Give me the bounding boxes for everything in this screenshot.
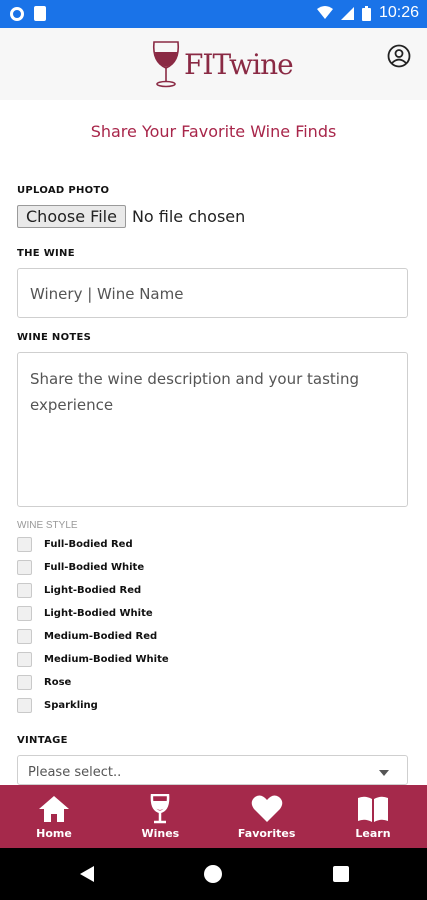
checkbox-medium-bodied-red[interactable]: Medium-Bodied Red (17, 629, 157, 644)
bottom-tab-bar: Home Wines Favorites Learn (0, 785, 427, 848)
notification-circle-icon (10, 6, 24, 21)
logo-text: FITwine (184, 47, 294, 81)
checkbox-box[interactable] (17, 698, 32, 713)
upload-photo-label: UPLOAD PHOTO (17, 185, 110, 196)
wine-notes-textarea[interactable]: Share the wine description and your tast… (17, 352, 408, 507)
tab-label: Favorites (237, 826, 296, 840)
checkbox-label: Rose (44, 677, 72, 688)
home-icon (39, 795, 69, 822)
file-upload-row: Choose File No file chosen (17, 205, 245, 228)
checkbox-box[interactable] (17, 629, 32, 644)
tab-label: Learn (355, 826, 391, 840)
wifi-icon (316, 6, 333, 19)
wine-name-input[interactable]: Winery | Wine Name (17, 268, 408, 318)
fitwine-logo[interactable]: FITwine (150, 40, 294, 88)
checkbox-box[interactable] (17, 675, 32, 690)
wine-glass-icon (150, 793, 170, 823)
chevron-down-icon (379, 770, 389, 776)
checkbox-sparkling[interactable]: Sparkling (17, 698, 98, 713)
checkbox-label: Full-Bodied Red (44, 539, 133, 550)
checkbox-label: Light-Bodied Red (44, 585, 142, 596)
the-wine-label: THE WINE (17, 248, 75, 259)
wine-glass-logo-icon (152, 41, 180, 88)
checkbox-label: Light-Bodied White (44, 608, 153, 619)
tab-learn[interactable]: Learn (337, 785, 409, 848)
back-icon[interactable] (80, 866, 94, 882)
home-circle-icon[interactable] (204, 865, 222, 883)
choose-file-button[interactable]: Choose File (17, 205, 126, 228)
vintage-label: VINTAGE (17, 735, 68, 746)
checkbox-box[interactable] (17, 583, 32, 598)
wine-notes-label: WINE NOTES (17, 332, 92, 343)
status-time: 10:26 (378, 4, 419, 21)
checkbox-full-bodied-red[interactable]: Full-Bodied Red (17, 537, 133, 552)
tab-label: Home (36, 826, 72, 840)
tab-wines[interactable]: Wines (124, 785, 196, 848)
checkbox-box[interactable] (17, 606, 32, 621)
signal-icon (340, 6, 354, 20)
checkbox-label: Sparkling (44, 700, 98, 711)
app-header: FITwine (0, 28, 427, 100)
checkbox-medium-bodied-white[interactable]: Medium-Bodied White (17, 652, 169, 667)
checkbox-box[interactable] (17, 652, 32, 667)
checkbox-box[interactable] (17, 537, 32, 552)
tab-home[interactable]: Home (18, 785, 90, 848)
profile-icon[interactable] (387, 44, 411, 68)
checkbox-label: Full-Bodied White (44, 562, 145, 573)
tab-label: Wines (141, 826, 180, 840)
vintage-select[interactable]: Please select.. (17, 755, 408, 785)
sd-card-icon (34, 6, 46, 21)
book-icon (357, 796, 388, 822)
system-nav-bar (0, 848, 427, 900)
checkbox-label: Medium-Bodied White (44, 654, 169, 665)
heart-icon (251, 795, 282, 822)
wine-style-label: WINE STYLE (17, 520, 78, 531)
battery-icon (361, 5, 371, 21)
checkbox-label: Medium-Bodied Red (44, 631, 158, 642)
file-status-text: No file chosen (131, 207, 246, 226)
checkbox-box[interactable] (17, 560, 32, 575)
recent-apps-icon[interactable] (333, 866, 349, 882)
status-bar: 10:26 (0, 0, 427, 28)
checkbox-light-bodied-red[interactable]: Light-Bodied Red (17, 583, 141, 598)
checkbox-rose[interactable]: Rose (17, 675, 71, 690)
tab-favorites[interactable]: Favorites (231, 785, 303, 848)
page-title: Share Your Favorite Wine Finds (90, 122, 337, 141)
checkbox-light-bodied-white[interactable]: Light-Bodied White (17, 606, 153, 621)
checkbox-full-bodied-white[interactable]: Full-Bodied White (17, 560, 144, 575)
vintage-selected-value: Please select.. (28, 765, 122, 780)
